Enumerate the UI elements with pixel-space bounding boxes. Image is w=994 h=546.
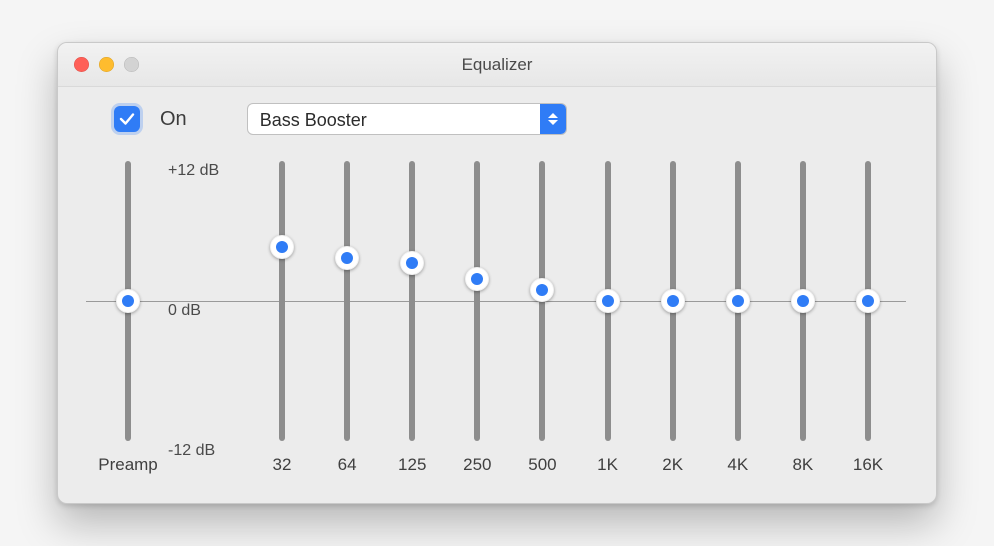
band-slider-knob[interactable] (335, 246, 359, 270)
traffic-lights (58, 57, 139, 72)
bands-container: 32 64 125 250 500 1K 2K 4K 8K 16K (254, 151, 906, 475)
chevron-down-icon (548, 120, 558, 125)
band-slider[interactable] (279, 161, 285, 441)
band-slider[interactable] (344, 161, 350, 441)
titlebar: Equalizer (58, 43, 936, 87)
band-slider-knob[interactable] (791, 289, 815, 313)
band-column: 32 (254, 151, 310, 475)
band-slider-knob[interactable] (856, 289, 880, 313)
band-slider-knob[interactable] (465, 267, 489, 291)
on-label: On (160, 108, 187, 131)
close-icon[interactable] (74, 57, 89, 72)
band-freq-label: 125 (398, 455, 426, 475)
window-title: Equalizer (58, 55, 936, 75)
preamp-label: Preamp (98, 455, 158, 475)
scale-mid-label: 0 dB (168, 302, 201, 320)
band-freq-label: 64 (338, 455, 357, 475)
top-controls: On Bass Booster (58, 87, 936, 141)
preamp-slider[interactable] (125, 161, 131, 441)
band-freq-label: 2K (662, 455, 683, 475)
preset-selected-label: Bass Booster (248, 104, 540, 134)
band-slider[interactable] (800, 161, 806, 441)
band-slider-knob[interactable] (726, 289, 750, 313)
band-slider[interactable] (409, 161, 415, 441)
band-column: 4K (710, 151, 766, 475)
band-slider[interactable] (474, 161, 480, 441)
preamp-slider-knob[interactable] (116, 289, 140, 313)
preamp-column: Preamp (88, 151, 168, 475)
preset-select[interactable]: Bass Booster (247, 103, 567, 135)
band-slider-knob[interactable] (530, 278, 554, 302)
band-column: 500 (514, 151, 570, 475)
band-freq-label: 1K (597, 455, 618, 475)
band-slider[interactable] (539, 161, 545, 441)
equalizer-window: Equalizer On Bass Booster Preamp +12 dB … (57, 42, 937, 504)
band-freq-label: 4K (727, 455, 748, 475)
band-slider-knob[interactable] (270, 235, 294, 259)
band-slider[interactable] (670, 161, 676, 441)
zoom-icon[interactable] (124, 57, 139, 72)
scale-min-label: -12 dB (168, 442, 215, 460)
checkmark-icon (118, 110, 136, 128)
band-slider-knob[interactable] (400, 251, 424, 275)
band-column: 64 (319, 151, 375, 475)
band-column: 1K (580, 151, 636, 475)
band-slider-knob[interactable] (596, 289, 620, 313)
zero-line (86, 301, 906, 302)
band-column: 16K (840, 151, 896, 475)
on-checkbox[interactable] (114, 106, 140, 132)
band-freq-label: 32 (273, 455, 292, 475)
band-column: 8K (775, 151, 831, 475)
band-column: 250 (449, 151, 505, 475)
band-slider[interactable] (735, 161, 741, 441)
chevron-up-icon (548, 113, 558, 118)
band-freq-label: 8K (792, 455, 813, 475)
scale-max-label: +12 dB (168, 162, 219, 180)
band-slider[interactable] (605, 161, 611, 441)
equalizer-area: Preamp +12 dB 0 dB -12 dB 32 64 125 250 500 1… (58, 141, 936, 503)
minimize-icon[interactable] (99, 57, 114, 72)
band-slider-knob[interactable] (661, 289, 685, 313)
stepper-arrows-icon (540, 104, 566, 134)
band-freq-label: 250 (463, 455, 491, 475)
band-column: 125 (384, 151, 440, 475)
band-freq-label: 500 (528, 455, 556, 475)
band-slider[interactable] (865, 161, 871, 441)
band-column: 2K (645, 151, 701, 475)
band-freq-label: 16K (853, 455, 883, 475)
